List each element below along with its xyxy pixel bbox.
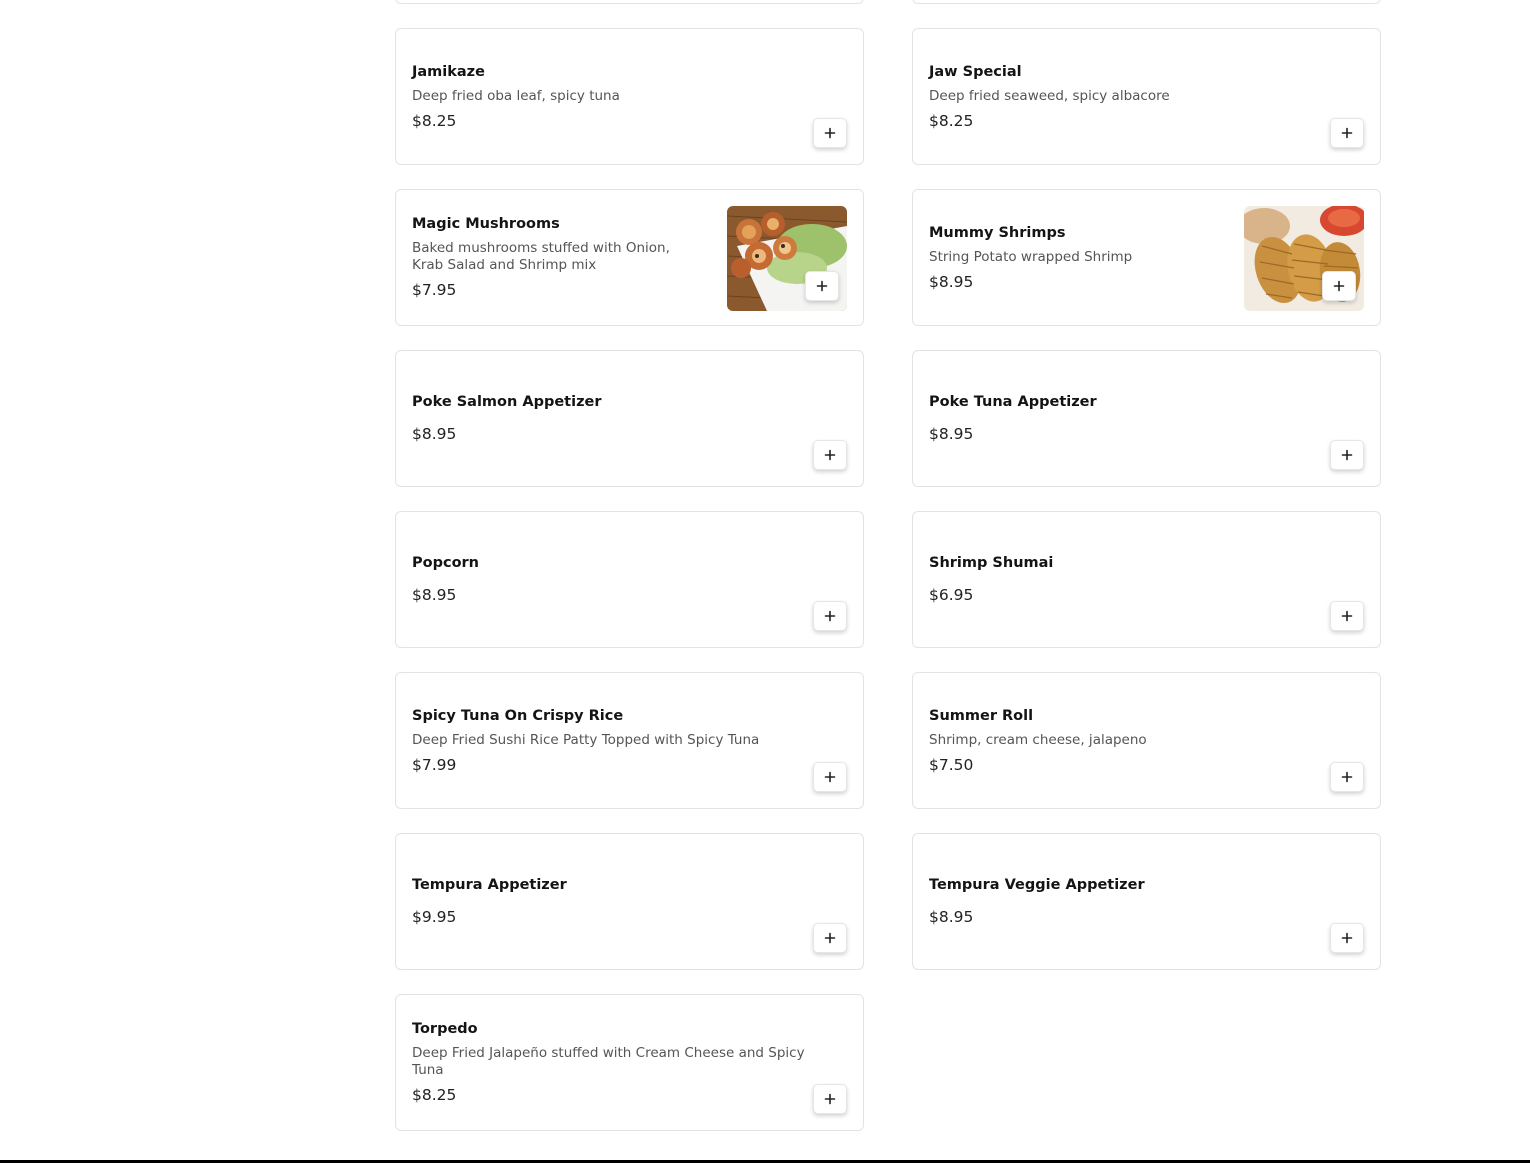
menu-item-price: $8.95 — [929, 272, 974, 291]
menu-item-info: Summer Roll Shrimp, cream cheese, jalape… — [929, 673, 1147, 808]
menu-item-price: $7.99 — [412, 755, 457, 774]
menu-item-price: $8.95 — [412, 425, 457, 443]
add-to-cart-button[interactable] — [813, 601, 847, 631]
menu-item-price: $8.95 — [412, 586, 457, 604]
menu-item-info: Tempura Veggie Appetizer $8.95 — [929, 834, 1145, 969]
menu-item-card[interactable]: Popcorn $8.95 — [395, 511, 864, 648]
plus-icon — [824, 932, 836, 944]
menu-item-name: Summer Roll — [929, 707, 1034, 724]
menu-item-card[interactable]: Torpedo Deep Fried Jalapeño stuffed with… — [395, 994, 864, 1131]
add-to-cart-button[interactable] — [813, 1084, 847, 1114]
add-to-cart-button[interactable] — [813, 762, 847, 792]
add-to-cart-button[interactable] — [813, 923, 847, 953]
plus-icon — [816, 280, 828, 292]
menu-item-price: $7.50 — [929, 755, 974, 774]
menu-item-info: Magic Mushrooms Baked mushrooms stuffed … — [412, 190, 702, 325]
plus-icon — [1341, 449, 1353, 461]
menu-item-photo[interactable] — [727, 206, 847, 311]
add-to-cart-button[interactable] — [1330, 762, 1364, 792]
menu-item-info: Jaw Special Deep fried seaweed, spicy al… — [929, 29, 1170, 164]
menu-item-info: Tempura Appetizer $9.95 — [412, 834, 567, 969]
menu-item-card[interactable]: Poke Salmon Appetizer $8.95 — [395, 350, 864, 487]
plus-icon — [824, 127, 836, 139]
menu-item-description: Deep Fried Sushi Rice Patty Topped with … — [412, 731, 760, 748]
menu-item-info: Poke Tuna Appetizer $8.95 — [929, 351, 1097, 486]
add-to-cart-button[interactable] — [1322, 271, 1356, 301]
menu-item-info: Poke Salmon Appetizer $8.95 — [412, 351, 602, 486]
menu-item-card-partial — [912, 0, 1381, 4]
menu-item-card[interactable]: Mummy Shrimps String Potato wrapped Shri… — [912, 189, 1381, 326]
menu-item-card[interactable]: Jaw Special Deep fried seaweed, spicy al… — [912, 28, 1381, 165]
menu-item-card[interactable]: Tempura Appetizer $9.95 — [395, 833, 864, 970]
plus-icon — [824, 449, 836, 461]
menu-item-name: Shrimp Shumai — [929, 555, 1054, 571]
menu-item-price: $8.25 — [412, 111, 457, 130]
menu-item-info: Popcorn $8.95 — [412, 512, 479, 647]
menu-item-card-partial — [395, 0, 864, 4]
menu-item-description: Baked mushrooms stuffed with Onion, Krab… — [412, 240, 670, 273]
plus-icon — [1341, 932, 1353, 944]
menu-item-price: $8.25 — [929, 111, 974, 130]
menu-item-description: String Potato wrapped Shrimp — [929, 248, 1133, 265]
menu-item-card[interactable]: Poke Tuna Appetizer $8.95 — [912, 350, 1381, 487]
menu-item-price: $7.95 — [412, 281, 457, 299]
menu-item-name: Popcorn — [412, 555, 479, 571]
menu-item-name: Poke Tuna Appetizer — [929, 394, 1097, 410]
menu-item-card[interactable]: Shrimp Shumai $6.95 — [912, 511, 1381, 648]
menu-item-name: Magic Mushrooms — [412, 216, 560, 232]
menu-item-name: Tempura Appetizer — [412, 877, 567, 893]
menu-item-name: Spicy Tuna On Crispy Rice — [412, 707, 624, 724]
menu-item-card[interactable]: Jamikaze Deep fried oba leaf, spicy tuna… — [395, 28, 864, 165]
plus-icon — [1341, 771, 1353, 783]
menu-item-photo[interactable] — [1244, 206, 1364, 311]
menu-item-card[interactable]: Spicy Tuna On Crispy Rice Deep Fried Sus… — [395, 672, 864, 809]
add-to-cart-button[interactable] — [805, 271, 839, 301]
menu-item-card[interactable]: Tempura Veggie Appetizer $8.95 — [912, 833, 1381, 970]
menu-item-card[interactable]: Summer Roll Shrimp, cream cheese, jalape… — [912, 672, 1381, 809]
menu-item-description: Deep fried oba leaf, spicy tuna — [412, 87, 620, 104]
menu-item-name: Torpedo — [412, 1021, 478, 1037]
add-to-cart-button[interactable] — [813, 118, 847, 148]
menu-item-price: $9.95 — [412, 908, 457, 926]
menu-item-price: $8.25 — [412, 1086, 457, 1104]
menu-item-description: Shrimp, cream cheese, jalapeno — [929, 731, 1147, 748]
menu-item-info: Torpedo Deep Fried Jalapeño stuffed with… — [412, 995, 832, 1130]
plus-icon — [1341, 127, 1353, 139]
plus-icon — [824, 771, 836, 783]
menu-item-name: Tempura Veggie Appetizer — [929, 877, 1145, 893]
add-to-cart-button[interactable] — [1330, 440, 1364, 470]
menu-item-price: $8.95 — [929, 908, 974, 926]
plus-icon — [824, 1093, 836, 1105]
menu-item-name: Jamikaze — [412, 63, 485, 80]
add-to-cart-button[interactable] — [813, 440, 847, 470]
menu-item-description: Deep Fried Jalapeño stuffed with Cream C… — [412, 1045, 805, 1078]
menu-item-name: Poke Salmon Appetizer — [412, 394, 602, 410]
menu-item-price: $6.95 — [929, 586, 974, 604]
add-to-cart-button[interactable] — [1330, 601, 1364, 631]
menu-item-name: Jaw Special — [929, 63, 1022, 80]
menu-item-info: Mummy Shrimps String Potato wrapped Shri… — [929, 190, 1219, 325]
menu-item-info: Jamikaze Deep fried oba leaf, spicy tuna… — [412, 29, 620, 164]
menu-item-card[interactable]: Magic Mushrooms Baked mushrooms stuffed … — [395, 189, 864, 326]
plus-icon — [1341, 610, 1353, 622]
menu-item-price: $8.95 — [929, 425, 974, 443]
plus-icon — [1333, 280, 1345, 292]
plus-icon — [824, 610, 836, 622]
menu-item-name: Mummy Shrimps — [929, 224, 1066, 241]
add-to-cart-button[interactable] — [1330, 923, 1364, 953]
menu-item-description: Deep fried seaweed, spicy albacore — [929, 87, 1170, 104]
add-to-cart-button[interactable] — [1330, 118, 1364, 148]
menu-item-info: Spicy Tuna On Crispy Rice Deep Fried Sus… — [412, 673, 759, 808]
menu-item-info: Shrimp Shumai $6.95 — [929, 512, 1053, 647]
